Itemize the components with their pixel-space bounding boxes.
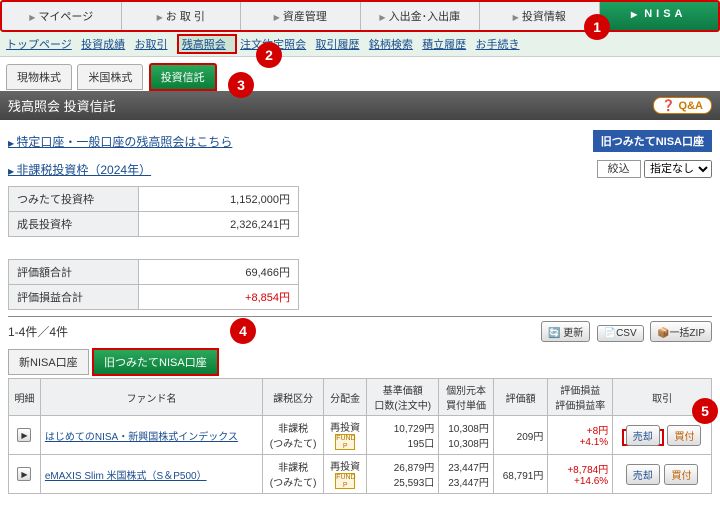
sell-button[interactable]: 売却 bbox=[626, 425, 660, 446]
tab-mutual-fund[interactable]: 投資信託 bbox=[149, 63, 217, 91]
section-title: 残高照会 投資信託 bbox=[8, 96, 116, 115]
quota-tsumitate-h: つみたて投資枠 bbox=[9, 187, 139, 212]
subnav-trade[interactable]: お取引 bbox=[134, 39, 167, 51]
subnav-search[interactable]: 銘柄検索 bbox=[369, 39, 413, 51]
tab-new-nisa[interactable]: 新NISA口座 bbox=[8, 349, 89, 375]
total-pl-h: 評価損益合計 bbox=[9, 285, 139, 310]
sell-button[interactable]: 売却 bbox=[626, 464, 660, 485]
total-value-v: 69,466円 bbox=[139, 260, 299, 285]
col-tax: 課税区分 bbox=[263, 379, 324, 416]
tab-domestic-stock[interactable]: 現物株式 bbox=[6, 64, 72, 90]
total-pl-v: +8,854円 bbox=[139, 285, 299, 310]
col-unit: 個別元本 買付単価 bbox=[439, 379, 494, 416]
col-val: 評価額 bbox=[493, 379, 548, 416]
subnav-accum[interactable]: 積立履歴 bbox=[422, 39, 466, 51]
pager-range: 1-4件／4件 bbox=[8, 323, 68, 340]
filter-select[interactable]: 指定なし bbox=[644, 160, 712, 178]
quota-growth-v: 2,326,241円 bbox=[139, 212, 299, 237]
nav-info[interactable]: 投資情報 bbox=[480, 2, 600, 30]
link-nontax-quota[interactable]: 非課税投資枠（2024年） bbox=[8, 161, 151, 178]
link-special-account[interactable]: 特定口座・一般口座の残高照会はこちら bbox=[8, 133, 232, 150]
buy-button[interactable]: 買付 bbox=[667, 425, 701, 446]
table-row: ▶ はじめてのNISA・新興国株式インデックス 非課税(つみたて) 再投資FUN… bbox=[9, 416, 712, 455]
nav-mypage[interactable]: マイページ bbox=[2, 2, 122, 30]
badge-old-nisa: 旧つみたてNISA口座 bbox=[593, 130, 712, 152]
callout-4: 4 bbox=[230, 318, 256, 344]
tab-old-nisa[interactable]: 旧つみたてNISA口座 bbox=[92, 348, 219, 376]
zip-button[interactable]: 📦一括ZIP bbox=[650, 321, 712, 342]
col-fund: ファンド名 bbox=[40, 379, 262, 416]
csv-button[interactable]: 📄CSV bbox=[597, 325, 644, 342]
subnav-history[interactable]: 取引履歴 bbox=[316, 39, 360, 51]
reinvest-icon: FUNDP bbox=[335, 473, 355, 489]
buy-button[interactable]: 買付 bbox=[664, 464, 698, 485]
subnav-proc[interactable]: お手続き bbox=[476, 39, 520, 51]
expand-icon[interactable]: ▶ bbox=[17, 467, 31, 481]
filter-label: 絞込 bbox=[597, 160, 641, 178]
nav-trade[interactable]: お 取 引 bbox=[122, 2, 242, 30]
subnav-balance-active[interactable]: 残高照会 bbox=[177, 34, 237, 54]
expand-icon[interactable]: ▶ bbox=[17, 428, 31, 442]
callout-5: 5 bbox=[692, 398, 718, 424]
section-header: 残高照会 投資信託 ❓ Q&A bbox=[0, 91, 720, 120]
quota-tsumitate-v: 1,152,000円 bbox=[139, 187, 299, 212]
sub-nav: トップページ 投資成績 お取引 残高照会 注文約定照会 取引履歴 銘柄検索 積立… bbox=[0, 32, 720, 57]
col-dist: 分配金 bbox=[324, 379, 367, 416]
pager-row: 1-4件／4件 🔄 更新 📄CSV 📦一括ZIP bbox=[8, 316, 712, 342]
subnav-top[interactable]: トップページ bbox=[6, 39, 72, 51]
nav-cash[interactable]: 入出金･入出庫 bbox=[361, 2, 481, 30]
col-detail: 明細 bbox=[9, 379, 41, 416]
subnav-perf[interactable]: 投資成績 bbox=[81, 39, 125, 51]
total-value-h: 評価額合計 bbox=[9, 260, 139, 285]
main-nav: マイページ お 取 引 資産管理 入出金･入出庫 投資情報 NISA bbox=[0, 0, 720, 32]
callout-1: 1 bbox=[584, 14, 610, 40]
nav-nisa[interactable]: NISA bbox=[600, 2, 719, 30]
tab-us-stock[interactable]: 米国株式 bbox=[77, 64, 143, 90]
fund-link[interactable]: eMAXIS Slim 米国株式（S＆P500） bbox=[45, 471, 207, 482]
quota-table: つみたて投資枠1,152,000円 成長投資枠2,326,241円 bbox=[8, 186, 299, 237]
account-tabs: 新NISA口座 旧つみたてNISA口座 bbox=[8, 348, 712, 376]
totals-table: 評価額合計69,466円 評価損益合計+8,854円 bbox=[8, 259, 299, 310]
callout-2: 2 bbox=[256, 42, 282, 68]
col-pl: 評価損益 評価損益率 bbox=[548, 379, 613, 416]
nav-assets[interactable]: 資産管理 bbox=[241, 2, 361, 30]
col-base: 基準価額 口数(注文中) bbox=[367, 379, 439, 416]
quota-growth-h: 成長投資枠 bbox=[9, 212, 139, 237]
reinvest-icon: FUNDP bbox=[335, 434, 355, 450]
fund-link[interactable]: はじめてのNISA・新興国株式インデックス bbox=[45, 432, 238, 443]
callout-3: 3 bbox=[228, 72, 254, 98]
refresh-button[interactable]: 🔄 更新 bbox=[541, 321, 590, 342]
holdings-table: 明細 ファンド名 課税区分 分配金 基準価額 口数(注文中) 個別元本 買付単価… bbox=[8, 378, 712, 494]
product-type-tabs: 現物株式 米国株式 投資信託 bbox=[0, 57, 720, 91]
qa-button[interactable]: ❓ Q&A bbox=[653, 97, 712, 114]
table-row: ▶ eMAXIS Slim 米国株式（S＆P500） 非課税(つみたて) 再投資… bbox=[9, 455, 712, 494]
